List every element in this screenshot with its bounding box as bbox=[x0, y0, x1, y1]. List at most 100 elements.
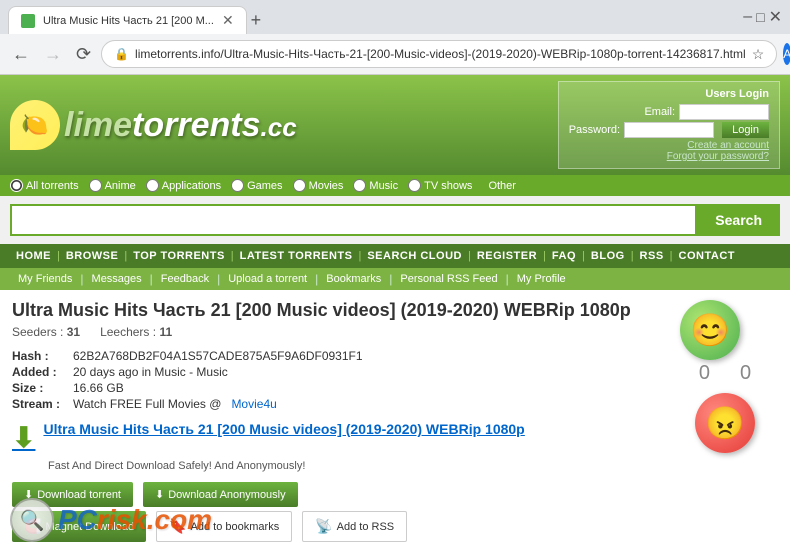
tab-title: Ultra Music Hits Часть 21 [200 M... bbox=[43, 15, 214, 27]
tab-favicon bbox=[21, 14, 35, 28]
window-controls: ‒ □ ✕ bbox=[743, 7, 782, 33]
cat-games[interactable]: Games bbox=[231, 179, 282, 192]
password-input[interactable] bbox=[624, 122, 714, 138]
nav-browse[interactable]: BROWSE bbox=[60, 244, 125, 268]
added-label: Added : bbox=[12, 365, 67, 379]
cat-music[interactable]: Music bbox=[353, 179, 398, 192]
leechers-label: Leechers : 11 bbox=[100, 325, 172, 339]
torrent-link[interactable]: ⬇ Ultra Music Hits Часть 21 [200 Music v… bbox=[12, 421, 778, 454]
hash-label: Hash : bbox=[12, 349, 67, 363]
address-text: limetorrents.info/Ultra-Music-Hits-Часть… bbox=[135, 47, 746, 61]
download-anon-btn[interactable]: ⬇ Download Anonymously bbox=[143, 482, 298, 507]
back-btn[interactable]: ← bbox=[8, 42, 34, 67]
search-button[interactable]: Search bbox=[697, 204, 780, 236]
hash-row: Hash : 62B2A768DB2F04A1S57CADE875A5F9A6D… bbox=[12, 349, 778, 363]
size-row: Size : 16.66 GB bbox=[12, 381, 778, 395]
download-torrent-btn[interactable]: ⬇ Download torrent bbox=[12, 482, 133, 507]
circle-labels-row: 0 0 bbox=[699, 362, 751, 385]
main-nav: HOME | BROWSE | TOP TORRENTS | LATEST TO… bbox=[0, 244, 790, 268]
bookmark-icon: 🔖 bbox=[169, 518, 186, 535]
circle-green-col: 😊 bbox=[680, 300, 740, 360]
lime-icon: 🍋 bbox=[10, 100, 60, 150]
nav-search-cloud[interactable]: SEARCH CLOUD bbox=[361, 244, 468, 268]
stream-text: Watch FREE Full Movies @ bbox=[73, 397, 221, 411]
leechers-count: 11 bbox=[159, 325, 172, 339]
tab-bar: Ultra Music Hits Часть 21 [200 M... ✕ + … bbox=[0, 0, 790, 34]
add-bookmarks-btn[interactable]: 🔖 Add to bookmarks bbox=[156, 511, 292, 542]
rss-icon: 📡 bbox=[315, 518, 332, 535]
email-label: Email: bbox=[644, 106, 675, 118]
subnav-messages[interactable]: Messages bbox=[84, 271, 150, 287]
page-title: Ultra Music Hits Часть 21 [200 Music vid… bbox=[12, 300, 778, 321]
nav-latest-torrents[interactable]: LATEST TORRENTS bbox=[234, 244, 359, 268]
cat-anime-label: Anime bbox=[105, 180, 136, 192]
subnav-feedback[interactable]: Feedback bbox=[153, 271, 217, 287]
nav-rss[interactable]: RSS bbox=[634, 244, 670, 268]
nav-register[interactable]: REGISTER bbox=[471, 244, 543, 268]
subnav-upload[interactable]: Upload a torrent bbox=[220, 271, 315, 287]
added-row: Added : 20 days ago in Music - Music bbox=[12, 365, 778, 379]
stream-link[interactable]: Movie4u bbox=[231, 397, 276, 411]
download-section: ⬇ Ultra Music Hits Часть 21 [200 Music v… bbox=[12, 421, 778, 542]
nav-contact[interactable]: CONTACT bbox=[673, 244, 741, 268]
forward-btn[interactable]: → bbox=[40, 42, 66, 67]
subnav-friends[interactable]: My Friends bbox=[10, 271, 80, 287]
cat-applications[interactable]: Applications bbox=[146, 179, 221, 192]
magnet-icon: 🧲 bbox=[24, 518, 41, 535]
address-bar[interactable]: 🔒 limetorrents.info/Ultra-Music-Hits-Час… bbox=[101, 40, 777, 68]
status-circles: 😊 0 0 😠 bbox=[680, 300, 770, 453]
login-btn[interactable]: Login bbox=[722, 122, 769, 138]
cat-other-label: Other bbox=[488, 180, 516, 192]
cat-tv-shows-label: TV shows bbox=[424, 180, 472, 192]
user-login-box: Users Login Email: Password: Login Creat… bbox=[558, 81, 780, 169]
torrent-title-link[interactable]: Ultra Music Hits Часть 21 [200 Music vid… bbox=[43, 421, 524, 437]
logo-text: limetorrents.cc bbox=[64, 106, 297, 145]
new-tab-btn[interactable]: + bbox=[251, 11, 262, 29]
hash-value: 62B2A768DB2F04A1S57CADE875A5F9A6DF0931F1 bbox=[73, 349, 363, 363]
red-circle: 😠 bbox=[695, 393, 755, 453]
seeders-count: 31 bbox=[67, 325, 80, 339]
cat-games-label: Games bbox=[247, 180, 282, 192]
subnav-bookmarks[interactable]: Bookmarks bbox=[318, 271, 389, 287]
profile-icon[interactable]: A bbox=[783, 43, 790, 65]
minimize-btn[interactable]: ‒ bbox=[743, 9, 752, 25]
search-input[interactable] bbox=[10, 204, 697, 236]
subnav-profile[interactable]: My Profile bbox=[509, 271, 574, 287]
active-tab[interactable]: Ultra Music Hits Часть 21 [200 M... ✕ bbox=[8, 6, 247, 34]
tab-close-btn[interactable]: ✕ bbox=[222, 12, 234, 29]
forgot-password-link[interactable]: Forgot your password? bbox=[569, 151, 769, 162]
nav-faq[interactable]: FAQ bbox=[546, 244, 582, 268]
lock-icon: 🔒 bbox=[114, 47, 129, 61]
nav-blog[interactable]: BLOG bbox=[585, 244, 631, 268]
create-account-link[interactable]: Create an account bbox=[569, 140, 769, 151]
secondary-buttons-row: 🧲 Magnet Download 🔖 Add to bookmarks 📡 A… bbox=[12, 511, 778, 542]
seeders-row: Seeders : 31 Leechers : 11 bbox=[12, 325, 778, 339]
email-input[interactable] bbox=[679, 104, 769, 120]
bookmark-star-icon[interactable]: ☆ bbox=[752, 46, 765, 63]
cat-tv-shows[interactable]: TV shows bbox=[408, 179, 472, 192]
safe-text: Fast And Direct Download Safely! And Ano… bbox=[48, 460, 778, 472]
nav-home[interactable]: HOME bbox=[10, 244, 57, 268]
cat-all-torrents[interactable]: All torrents bbox=[10, 179, 79, 192]
size-value: 16.66 GB bbox=[73, 381, 124, 395]
search-bar-row: Search bbox=[0, 196, 790, 244]
maximize-btn[interactable]: □ bbox=[756, 9, 764, 25]
subnav-rss[interactable]: Personal RSS Feed bbox=[392, 271, 505, 287]
cat-all-label: All torrents bbox=[26, 180, 79, 192]
add-rss-btn[interactable]: 📡 Add to RSS bbox=[302, 511, 407, 542]
circle-label-left: 0 bbox=[699, 362, 710, 385]
sub-nav: My Friends | Messages | Feedback | Uploa… bbox=[0, 268, 790, 290]
circle-label-right: 0 bbox=[740, 362, 751, 385]
added-value: 20 days ago in Music - Music bbox=[73, 365, 228, 379]
login-title: Users Login bbox=[569, 88, 769, 100]
magnet-download-btn[interactable]: 🧲 Magnet Download bbox=[12, 511, 146, 542]
close-btn[interactable]: ✕ bbox=[769, 7, 782, 27]
cat-anime[interactable]: Anime bbox=[89, 179, 136, 192]
cat-movies[interactable]: Movies bbox=[293, 179, 344, 192]
anon-download-icon: ⬇ bbox=[155, 488, 164, 501]
email-row: Email: bbox=[569, 104, 769, 120]
nav-top-torrents[interactable]: TOP TORRENTS bbox=[127, 244, 231, 268]
reload-btn[interactable]: ⟳ bbox=[72, 42, 95, 67]
content-area: 😊 0 0 😠 Ultra Music Hits Часть 21 [200 M… bbox=[0, 290, 790, 552]
size-label: Size : bbox=[12, 381, 67, 395]
